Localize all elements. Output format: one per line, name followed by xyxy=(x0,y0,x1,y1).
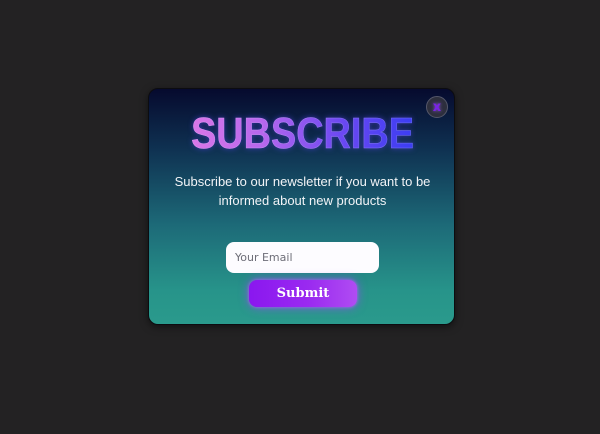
modal-subtitle: Subscribe to our newsletter if you want … xyxy=(174,174,431,208)
modal-title: SUBSCRIBE xyxy=(170,109,434,159)
submit-button[interactable]: Submit xyxy=(249,280,357,307)
email-field[interactable] xyxy=(226,242,379,273)
subscribe-modal: x SUBSCRIBE Subscribe to our newsletter … xyxy=(148,88,455,325)
